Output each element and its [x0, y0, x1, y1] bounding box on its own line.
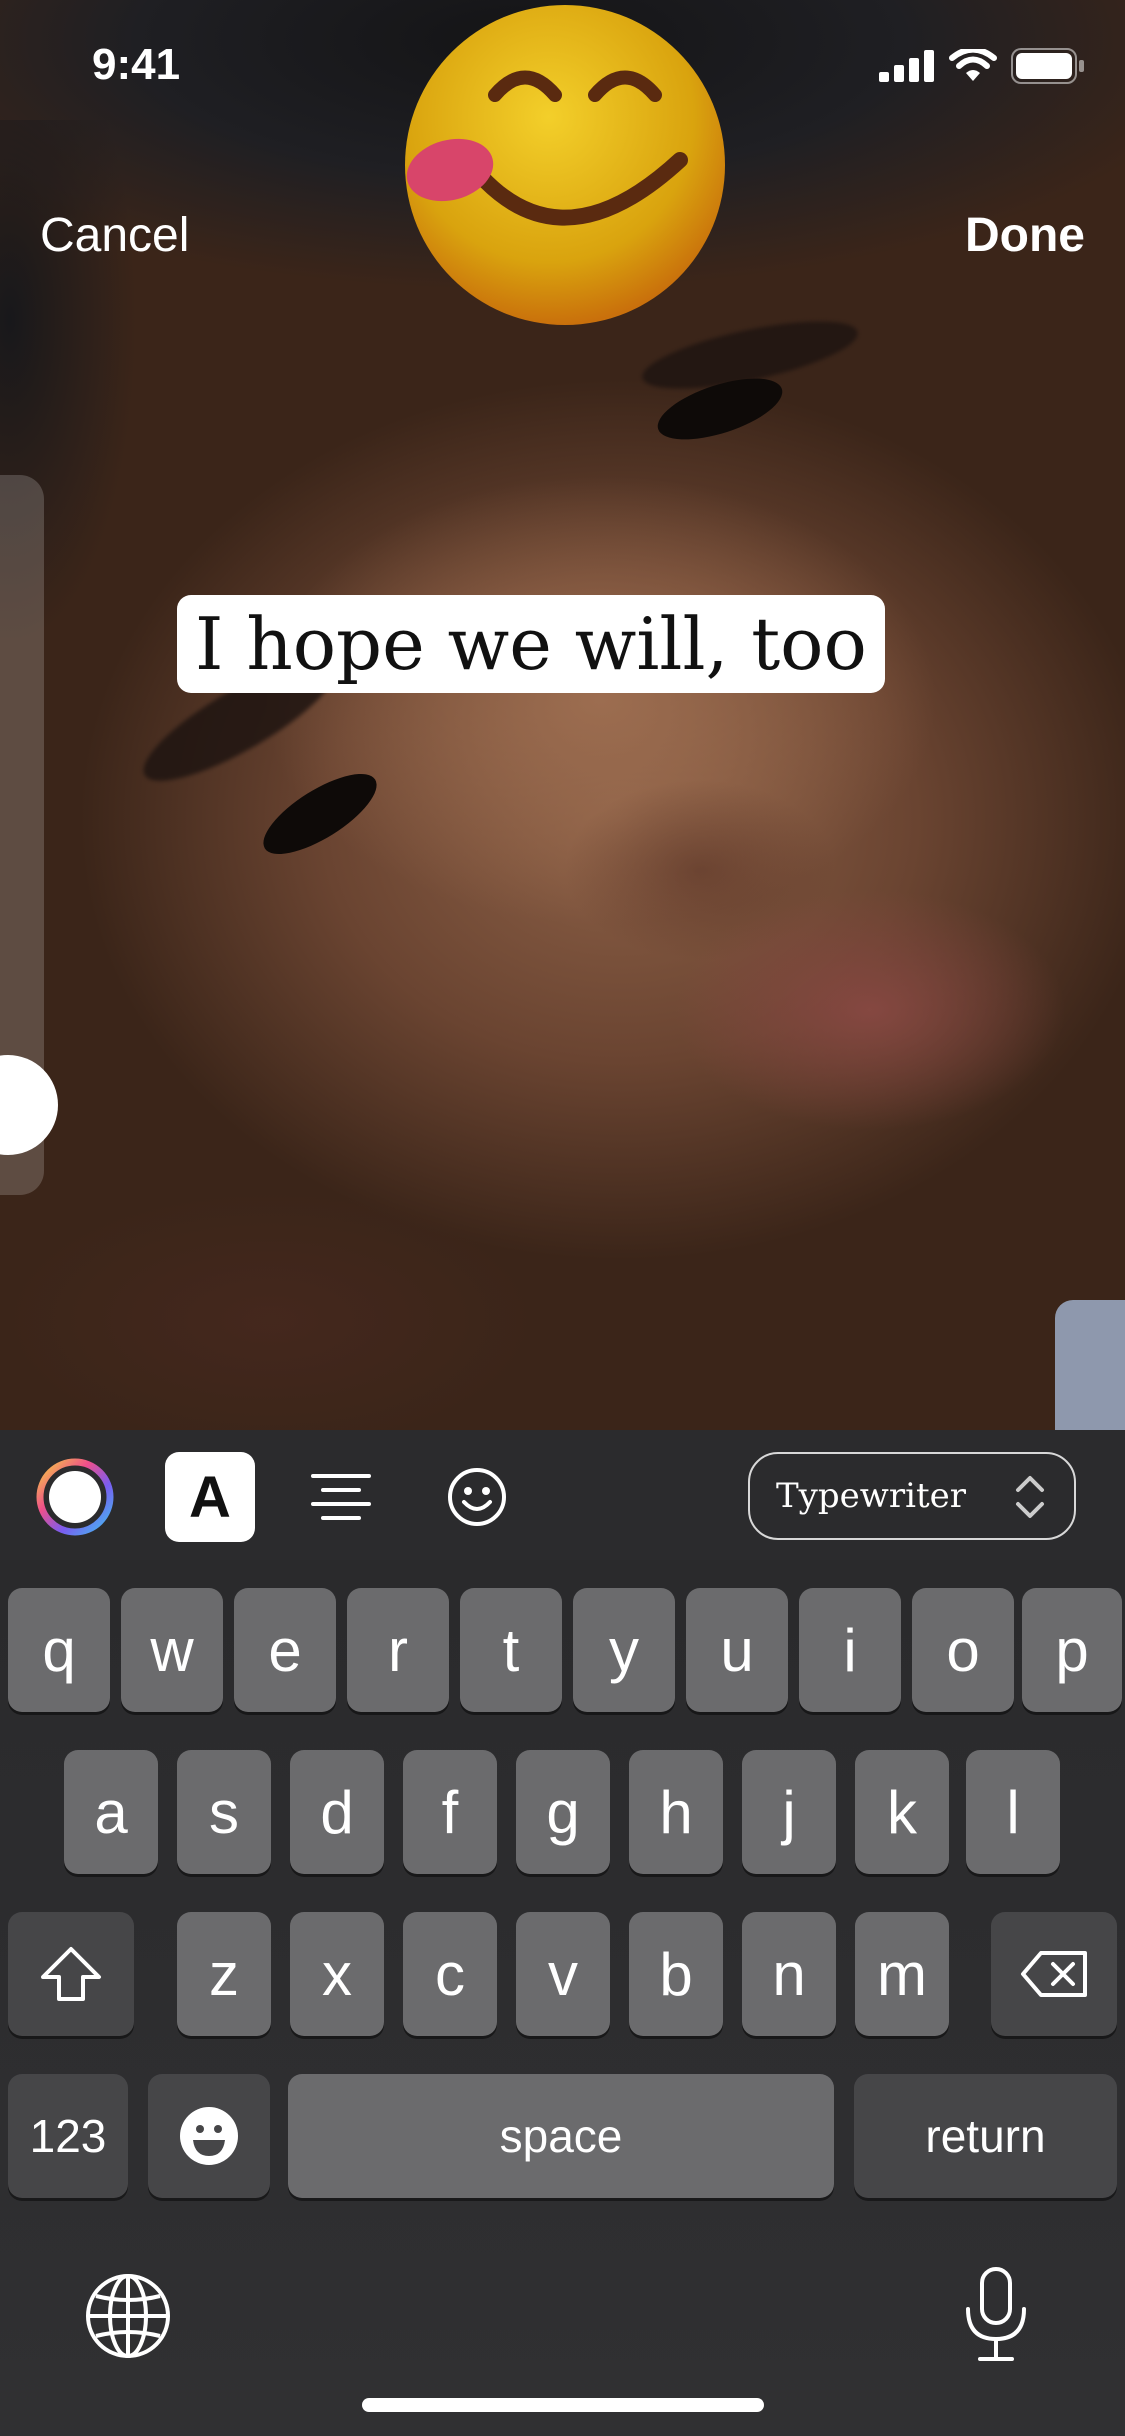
numbers-key[interactable]: 123 [8, 2074, 128, 2198]
text-align-button[interactable] [296, 1452, 386, 1542]
key-e[interactable]: e [234, 1588, 336, 1712]
key-n[interactable]: n [742, 1912, 836, 2036]
emoji-sticker[interactable] [400, 0, 730, 330]
key-x[interactable]: x [290, 1912, 384, 2036]
key-q[interactable]: q [8, 1588, 110, 1712]
shift-icon [41, 1947, 101, 2001]
align-center-icon [311, 1474, 371, 1520]
key-k[interactable]: k [855, 1750, 949, 1874]
cancel-button[interactable]: Cancel [40, 208, 189, 263]
key-y[interactable]: y [573, 1588, 675, 1712]
key-r[interactable]: r [347, 1588, 449, 1712]
key-p[interactable]: p [1022, 1588, 1122, 1712]
wifi-icon [949, 49, 997, 81]
key-d[interactable]: d [290, 1750, 384, 1874]
key-o[interactable]: o [912, 1588, 1014, 1712]
key-f[interactable]: f [403, 1750, 497, 1874]
globe-icon[interactable] [82, 2270, 174, 2362]
emoji-keyboard-key[interactable] [148, 2074, 270, 2198]
return-key[interactable]: return [854, 2074, 1117, 2198]
shift-key[interactable] [8, 1912, 134, 2036]
key-z[interactable]: z [177, 1912, 271, 2036]
delete-key[interactable] [991, 1912, 1117, 2036]
photo-shirt [1055, 1300, 1125, 1430]
key-b[interactable]: b [629, 1912, 723, 2036]
key-g[interactable]: g [516, 1750, 610, 1874]
key-s[interactable]: s [177, 1750, 271, 1874]
done-button[interactable]: Done [965, 208, 1085, 263]
key-v[interactable]: v [516, 1912, 610, 2036]
key-a[interactable]: a [64, 1750, 158, 1874]
key-w[interactable]: w [121, 1588, 223, 1712]
color-picker-button[interactable] [30, 1452, 120, 1542]
cellular-signal-icon [879, 50, 934, 82]
smiley-icon [448, 1468, 506, 1526]
backspace-icon [1021, 1951, 1087, 1997]
emoji-sticker-button[interactable] [432, 1452, 522, 1542]
key-l[interactable]: l [966, 1750, 1060, 1874]
font-picker-button[interactable]: Typewriter [748, 1452, 1076, 1540]
key-t[interactable]: t [460, 1588, 562, 1712]
key-h[interactable]: h [629, 1750, 723, 1874]
key-m[interactable]: m [855, 1912, 949, 2036]
key-c[interactable]: c [403, 1912, 497, 2036]
key-i[interactable]: i [799, 1588, 901, 1712]
photo-eye-left [252, 759, 388, 869]
emoji-keyboard-icon [180, 2107, 238, 2165]
color-wheel-icon [36, 1458, 114, 1536]
text-background-style-button[interactable]: A [165, 1452, 255, 1542]
font-picker-label: Typewriter [776, 1476, 967, 1516]
key-u[interactable]: u [686, 1588, 788, 1712]
chevron-up-down-icon [1016, 1476, 1044, 1518]
text-tools-toolbar: A Typewriter [0, 1430, 1125, 1560]
status-icons [879, 48, 1085, 84]
caption-text[interactable]: I hope we will, too [177, 595, 885, 693]
status-time: 9:41 [92, 40, 181, 89]
space-key[interactable]: space [288, 2074, 834, 2198]
key-j[interactable]: j [742, 1750, 836, 1874]
home-indicator [362, 2398, 764, 2412]
battery-icon [1011, 48, 1084, 84]
microphone-icon[interactable] [960, 2265, 1032, 2365]
